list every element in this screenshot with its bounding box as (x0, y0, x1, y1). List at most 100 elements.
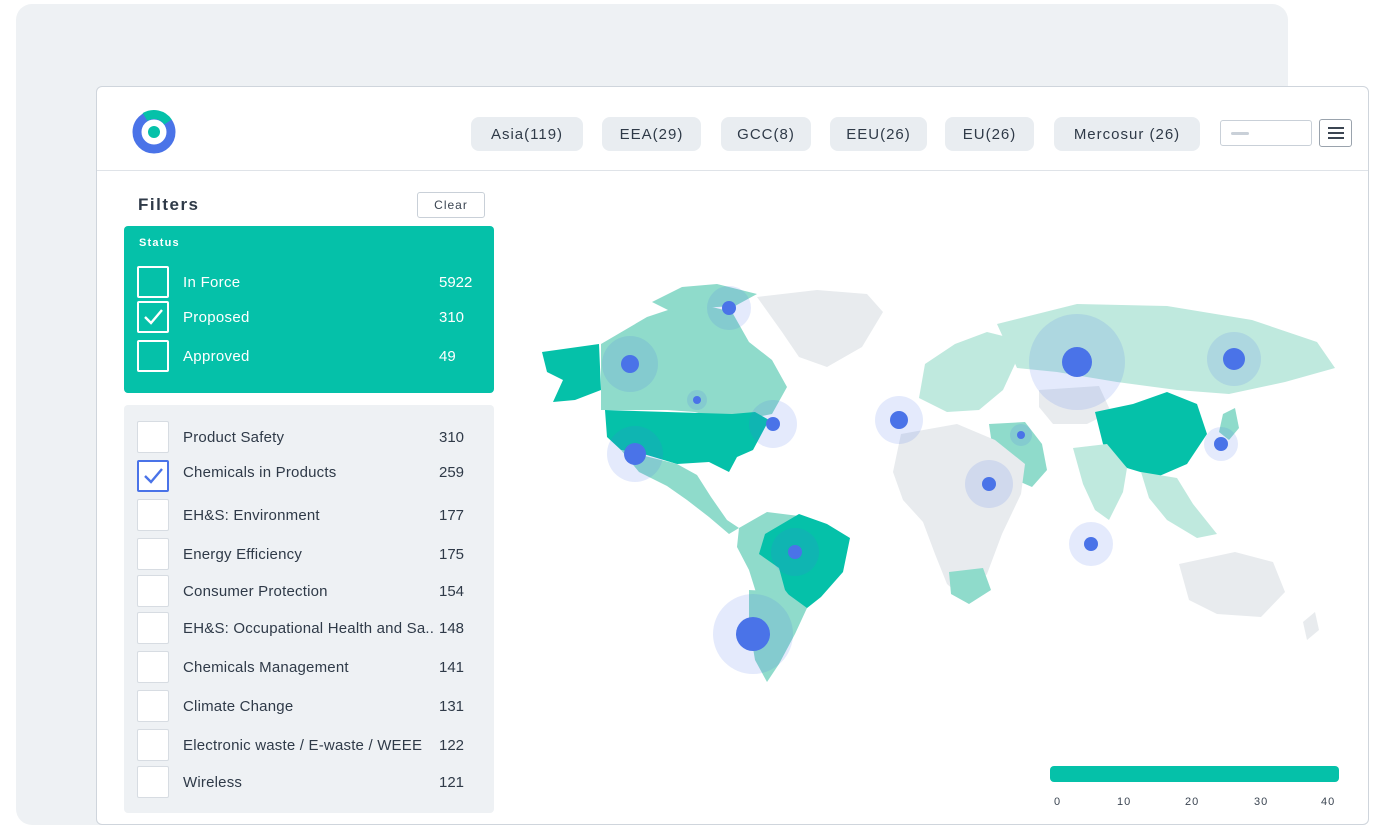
map-marker[interactable] (1223, 348, 1245, 370)
checkbox[interactable] (137, 421, 169, 453)
map-marker[interactable] (736, 617, 770, 651)
checkbox[interactable] (137, 651, 169, 683)
legend-tick-label: 20 (1185, 796, 1200, 808)
map-marker[interactable] (1084, 537, 1098, 551)
menu-icon-line (1328, 132, 1344, 134)
category-count: 141 (439, 659, 465, 676)
map-marker[interactable] (1214, 437, 1228, 451)
region-pill-gcc[interactable]: GCC(8) (721, 117, 811, 151)
menu-icon-line (1328, 137, 1344, 139)
category-option[interactable]: Wireless 121 (137, 766, 482, 798)
status-option-in-force[interactable]: In Force 5922 (137, 266, 482, 298)
category-option[interactable]: Electronic waste / E-waste / WEEE 122 (137, 729, 482, 761)
category-option[interactable]: Chemicals Management 141 (137, 651, 482, 683)
category-count: 310 (439, 429, 465, 446)
category-option[interactable]: Chemicals in Products 259 (137, 460, 482, 492)
app-logo-icon[interactable] (131, 109, 177, 155)
map-region-europe[interactable] (919, 332, 1015, 412)
checkbox[interactable] (137, 266, 169, 298)
category-label: Electronic waste / E-waste / WEEE (183, 737, 423, 754)
map-region-alaska[interactable] (542, 344, 601, 402)
category-count: 177 (439, 507, 465, 524)
category-option[interactable]: Consumer Protection 154 (137, 575, 482, 607)
map-marker[interactable] (890, 411, 908, 429)
world-map[interactable] (517, 272, 1347, 692)
status-option-count: 49 (439, 348, 456, 365)
map-marker[interactable] (624, 443, 646, 465)
menu-icon-line (1328, 127, 1344, 129)
checkbox-checked[interactable] (137, 460, 169, 492)
map-marker[interactable] (693, 396, 701, 404)
region-pill-asia[interactable]: Asia(119) (471, 117, 583, 151)
checkbox-checked[interactable] (137, 301, 169, 333)
category-count: 154 (439, 583, 465, 600)
legend-tick-label: 0 (1054, 796, 1062, 808)
map-marker[interactable] (982, 477, 996, 491)
map-region-greenland[interactable] (757, 290, 883, 367)
map-marker[interactable] (788, 545, 802, 559)
top-bar: Asia(119) EEA(29) GCC(8) EEU(26) EU(26) … (97, 87, 1368, 171)
checkbox[interactable] (137, 340, 169, 372)
map-marker[interactable] (766, 417, 780, 431)
map-region-australia[interactable] (1179, 552, 1285, 617)
category-label: EH&S: Occupational Health and Sa.. (183, 620, 435, 637)
category-count: 259 (439, 464, 465, 481)
checkbox[interactable] (137, 766, 169, 798)
checkmark-icon (144, 309, 163, 325)
status-option-proposed[interactable]: Proposed 310 (137, 301, 482, 333)
category-option[interactable]: Product Safety 310 (137, 421, 482, 453)
checkbox[interactable] (137, 729, 169, 761)
status-option-count: 310 (439, 309, 465, 326)
category-label: Chemicals Management (183, 659, 349, 676)
checkmark-icon (144, 468, 163, 484)
status-option-label: Approved (183, 348, 250, 365)
status-option-approved[interactable]: Approved 49 (137, 340, 482, 372)
status-filter-panel: Status In Force 5922 Proposed 310 Approv… (124, 226, 494, 393)
category-filter-panel: Product Safety 310 Chemicals in Products… (124, 405, 494, 813)
category-option[interactable]: Energy Efficiency 175 (137, 538, 482, 570)
category-label: Energy Efficiency (183, 546, 303, 563)
search-input[interactable] (1220, 120, 1312, 146)
category-label: Chemicals in Products (183, 464, 337, 481)
category-option[interactable]: EH&S: Environment 177 (137, 499, 482, 531)
map-marker[interactable] (722, 301, 736, 315)
checkbox[interactable] (137, 538, 169, 570)
category-count: 121 (439, 774, 465, 791)
map-region-southern-africa[interactable] (949, 568, 991, 604)
category-count: 131 (439, 698, 465, 715)
map-marker[interactable] (1062, 347, 1092, 377)
category-label: Consumer Protection (183, 583, 328, 600)
menu-button[interactable] (1319, 119, 1352, 147)
app-window: Asia(119) EEA(29) GCC(8) EEU(26) EU(26) … (96, 86, 1369, 825)
status-option-count: 5922 (439, 274, 473, 291)
map-region-new-zealand[interactable] (1303, 612, 1319, 640)
region-pill-mercosur[interactable]: Mercosur (26) (1054, 117, 1200, 151)
checkbox[interactable] (137, 575, 169, 607)
category-option[interactable]: EH&S: Occupational Health and Sa.. 148 (137, 612, 482, 644)
filters-title: Filters (138, 195, 200, 214)
category-option[interactable]: Climate Change 131 (137, 690, 482, 722)
category-label: Wireless (183, 774, 243, 791)
status-option-label: Proposed (183, 309, 250, 326)
category-label: Product Safety (183, 429, 285, 446)
region-pill-eeu[interactable]: EEU(26) (830, 117, 927, 151)
clear-button[interactable]: Clear (417, 192, 485, 218)
region-pill-eu[interactable]: EU(26) (945, 117, 1034, 151)
map-marker[interactable] (1017, 431, 1025, 439)
checkbox[interactable] (137, 499, 169, 531)
checkbox[interactable] (137, 690, 169, 722)
status-heading: Status (139, 237, 180, 249)
category-count: 175 (439, 546, 465, 563)
checkbox[interactable] (137, 612, 169, 644)
category-count: 122 (439, 737, 465, 754)
map-marker[interactable] (621, 355, 639, 373)
category-count: 148 (439, 620, 465, 637)
category-label: EH&S: Environment (183, 507, 320, 524)
map-region-southeast-asia[interactable] (1141, 472, 1217, 538)
legend-tick-label: 40 (1321, 796, 1336, 808)
region-pill-eea[interactable]: EEA(29) (602, 117, 701, 151)
legend-tick-label: 30 (1254, 796, 1269, 808)
legend-scale-bar (1050, 766, 1339, 782)
search-placeholder-dash (1231, 132, 1249, 135)
category-label: Climate Change (183, 698, 294, 715)
